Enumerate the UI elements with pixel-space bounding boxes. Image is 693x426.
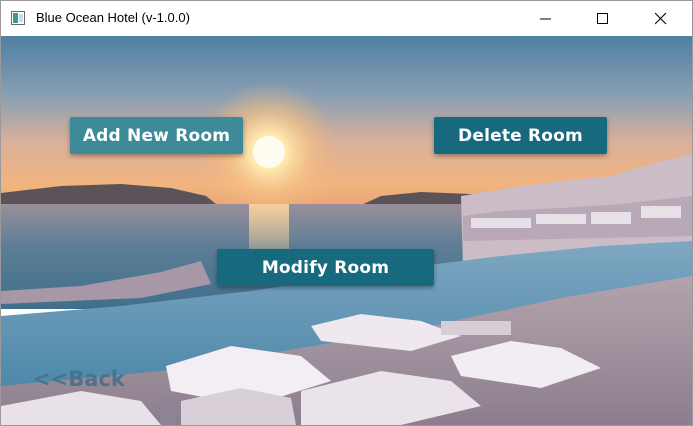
maximize-button[interactable] [580, 1, 626, 36]
close-icon [655, 13, 667, 25]
app-window: Blue Ocean Hotel (v-1.0.0) Add New Room … [0, 0, 693, 426]
app-icon [11, 11, 25, 25]
maximize-icon [597, 13, 608, 24]
back-link[interactable]: <<Back [33, 367, 125, 391]
title-bar[interactable]: Blue Ocean Hotel (v-1.0.0) [1, 1, 692, 36]
minimize-icon [540, 18, 551, 20]
hotel-background-scene: Add New Room Delete Room Modify Room <<B… [1, 36, 692, 425]
minimize-button[interactable] [523, 1, 569, 36]
close-button[interactable] [638, 1, 684, 36]
window-title: Blue Ocean Hotel (v-1.0.0) [36, 10, 190, 25]
add-new-room-button[interactable]: Add New Room [70, 117, 243, 154]
delete-room-button[interactable]: Delete Room [434, 117, 607, 154]
modify-room-button[interactable]: Modify Room [217, 249, 434, 286]
